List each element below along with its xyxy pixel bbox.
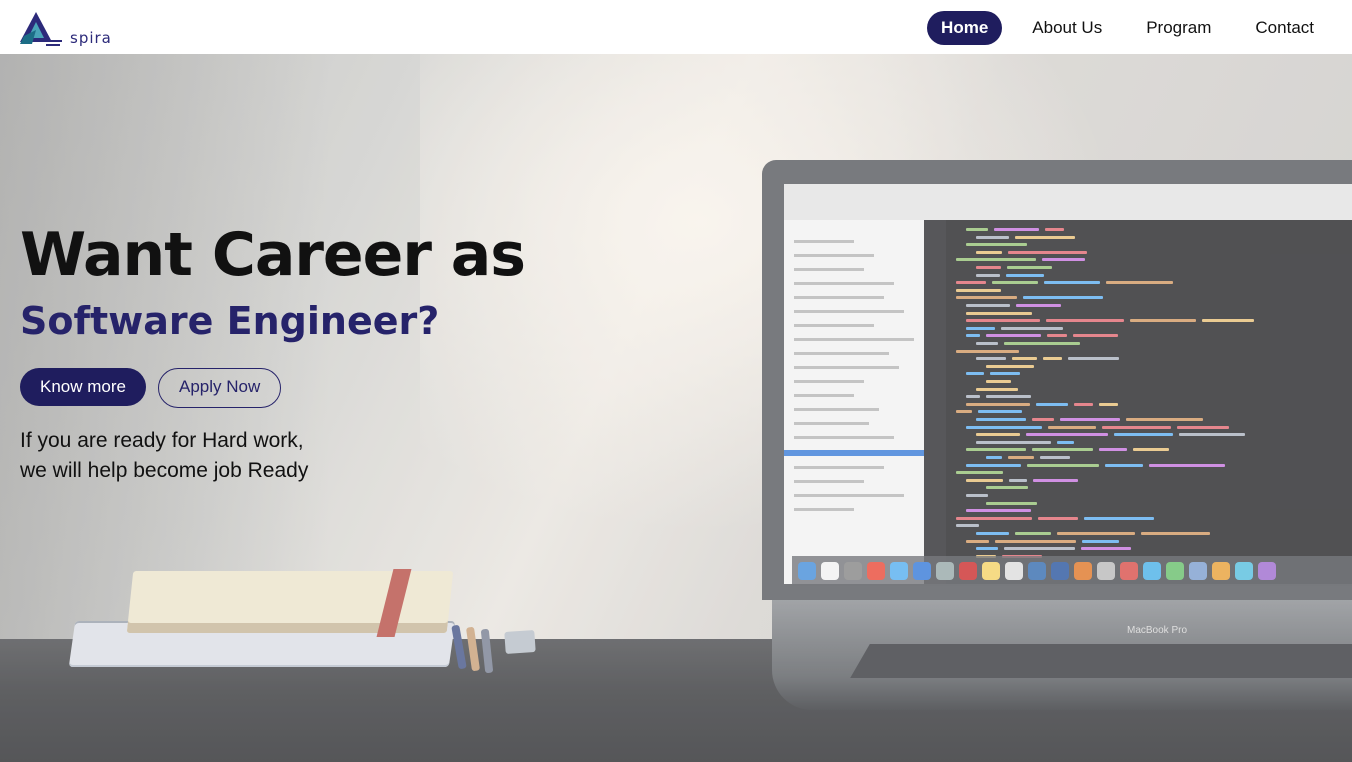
- hero-section: MacBook Pro Want Career as Software Engi…: [0, 54, 1352, 762]
- hero-headline: Want Career as: [20, 220, 526, 290]
- brand-logo[interactable]: spira: [18, 10, 128, 50]
- site-header: spira Home About Us Program Contact: [0, 0, 1352, 54]
- hero-subheadline: Software Engineer?: [20, 299, 440, 343]
- know-more-button[interactable]: Know more: [20, 368, 146, 406]
- spira-logo-icon: [20, 12, 62, 46]
- tagline-line-1: If you are ready for Hard work,: [20, 429, 304, 452]
- nav-item-program[interactable]: Program: [1132, 11, 1225, 45]
- brand-name: spira: [70, 29, 112, 47]
- tagline-line-2: we will help become job Ready: [20, 459, 309, 482]
- main-nav: Home About Us Program Contact: [911, 11, 1328, 45]
- hero-tagline: If you are ready for Hard work, we will …: [20, 426, 525, 486]
- apply-now-button[interactable]: Apply Now: [157, 368, 282, 408]
- hero-content: Want Career as Software Engineer? Know m…: [20, 220, 526, 486]
- nav-item-contact[interactable]: Contact: [1241, 11, 1328, 45]
- hero-buttons: Know more Apply Now: [20, 368, 525, 408]
- nav-item-about-us[interactable]: About Us: [1018, 11, 1116, 45]
- nav-item-home[interactable]: Home: [927, 11, 1003, 45]
